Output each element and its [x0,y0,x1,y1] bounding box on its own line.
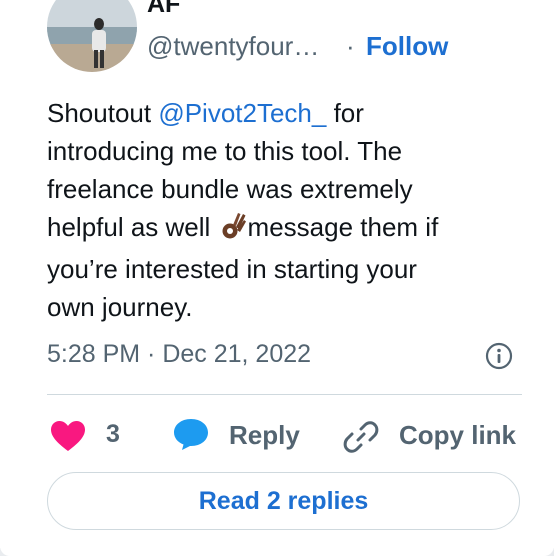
tweet-timestamp[interactable]: 5:28 PM · Dec 21, 2022 [47,340,311,369]
heart-icon[interactable] [50,420,86,457]
ok-hand-emoji-icon [218,210,248,250]
tweet-text: Shoutout @Pivot2Tech_ for introducing me… [47,94,517,326]
copy-link-button[interactable]: Copy link [399,420,516,451]
tweet-line: freelance bundle was extremely [47,174,413,204]
text-segment: for [326,98,364,128]
author-handle[interactable]: @twentyfour… [147,31,319,62]
mention-link[interactable]: @Pivot2Tech_ [158,98,326,128]
tweet-card: AF @twentyfour… · Follow Shoutout @Pivot… [0,0,554,556]
read-replies-button[interactable]: Read 2 replies [47,472,520,530]
tweet-line: you’re interested in starting your [47,254,417,284]
text-segment: message them if [247,212,439,242]
info-icon[interactable] [484,341,514,376]
avatar[interactable] [47,0,137,72]
divider [47,394,522,395]
card-bottom [0,540,554,556]
follow-button[interactable]: Follow [366,31,448,62]
reply-bubble-icon[interactable] [172,417,210,456]
tweet-line: helpful as well message them if [47,208,517,250]
tweet-line: Shoutout @Pivot2Tech_ for [47,94,517,132]
text-segment: helpful as well [47,212,218,242]
tweet-line: own journey. [47,292,193,322]
author-name[interactable]: AF [147,0,180,19]
tweet-line: introducing me to this tool. The [47,136,403,166]
separator-dot: · [346,31,355,61]
reply-button[interactable]: Reply [229,420,300,451]
like-count: 3 [106,420,120,448]
text-segment: Shoutout [47,98,159,128]
link-icon[interactable] [343,419,379,460]
